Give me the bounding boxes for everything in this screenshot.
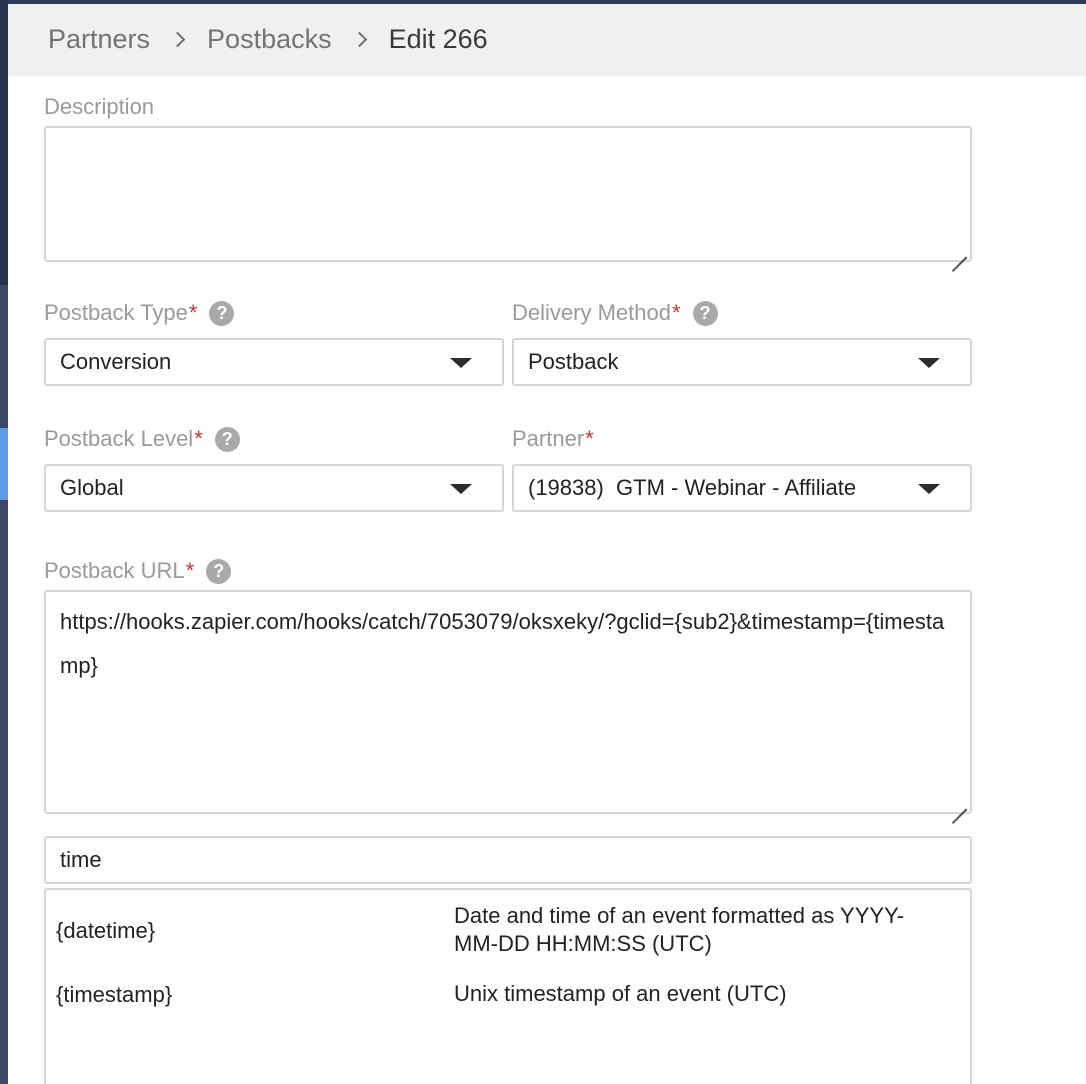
macro-list: {datetime} Date and time of an event for… bbox=[44, 888, 972, 1084]
postback-type-value: Conversion bbox=[60, 349, 172, 374]
breadcrumb-postbacks-link[interactable]: Postbacks bbox=[207, 24, 332, 55]
macro-description: Unix timestamp of an event (UTC) bbox=[454, 981, 787, 1006]
postback-url-label-text: Postback URL bbox=[44, 558, 185, 583]
postback-type-label: Postback Type * ? bbox=[44, 300, 235, 326]
chevron-right-icon bbox=[172, 28, 186, 52]
breadcrumb-bar: Partners Postbacks Edit 266 bbox=[8, 4, 1086, 76]
delivery-method-label: Delivery Method * ? bbox=[512, 300, 718, 326]
edit-postback-panel: Partners Postbacks Edit 266 Description … bbox=[8, 4, 1086, 1084]
description-label: Description bbox=[44, 94, 154, 120]
postback-url-label: Postback URL * ? bbox=[44, 558, 232, 584]
help-icon[interactable]: ? bbox=[692, 300, 718, 326]
postback-level-select[interactable]: Global bbox=[44, 464, 504, 512]
postback-type-label-text: Postback Type bbox=[44, 300, 188, 325]
required-asterisk: * bbox=[188, 300, 198, 325]
breadcrumb-current: Edit 266 bbox=[388, 24, 488, 54]
postback-level-value: Global bbox=[60, 475, 124, 500]
macro-token: {datetime} bbox=[56, 918, 156, 943]
description-label-text: Description bbox=[44, 94, 155, 119]
help-icon[interactable]: ? bbox=[214, 426, 240, 452]
resize-handle-icon[interactable] bbox=[952, 242, 968, 258]
delivery-method-label-text: Delivery Method bbox=[512, 300, 671, 325]
macro-description: Date and time of an event formatted as Y… bbox=[454, 903, 905, 956]
description-textarea[interactable] bbox=[44, 126, 972, 262]
postback-type-select[interactable]: Conversion bbox=[44, 338, 504, 386]
postback-url-textarea[interactable]: https://hooks.zapier.com/hooks/catch/705… bbox=[44, 590, 972, 814]
required-asterisk: * bbox=[185, 558, 195, 583]
partner-select[interactable]: (19838) GTM - Webinar - Affiliate bbox=[512, 464, 972, 512]
delivery-method-select[interactable]: Postback bbox=[512, 338, 972, 386]
postback-level-label: Postback Level * ? bbox=[44, 426, 240, 452]
macro-row[interactable]: {timestamp} Unix timestamp of an event (… bbox=[46, 981, 970, 1014]
required-asterisk: * bbox=[671, 300, 681, 325]
chevron-right-icon bbox=[354, 28, 368, 52]
partner-label-text: Partner bbox=[512, 426, 585, 451]
breadcrumb: Partners Postbacks Edit 266 bbox=[48, 24, 488, 55]
caret-down-icon bbox=[918, 484, 940, 494]
macro-token: {timestamp} bbox=[56, 982, 173, 1007]
required-asterisk: * bbox=[194, 426, 203, 451]
partner-value: (19838) GTM - Webinar - Affiliate bbox=[528, 475, 857, 500]
delivery-method-value: Postback bbox=[528, 349, 619, 374]
postback-url-value: https://hooks.zapier.com/hooks/catch/705… bbox=[60, 609, 945, 678]
postback-level-label-text: Postback Level bbox=[44, 426, 194, 451]
caret-down-icon bbox=[918, 358, 940, 368]
sidebar-edge bbox=[0, 0, 8, 1084]
help-icon[interactable]: ? bbox=[206, 558, 232, 584]
macro-search-value: time bbox=[60, 847, 102, 872]
caret-down-icon bbox=[450, 484, 472, 494]
resize-handle-icon[interactable] bbox=[952, 794, 968, 810]
help-icon[interactable]: ? bbox=[209, 300, 235, 326]
macro-row[interactable]: {datetime} Date and time of an event for… bbox=[46, 902, 970, 962]
caret-down-icon bbox=[450, 358, 472, 368]
breadcrumb-partners-link[interactable]: Partners bbox=[48, 24, 150, 55]
macro-search-input[interactable]: time bbox=[44, 836, 972, 884]
required-asterisk: * bbox=[585, 426, 594, 451]
partner-label: Partner * bbox=[512, 426, 594, 452]
